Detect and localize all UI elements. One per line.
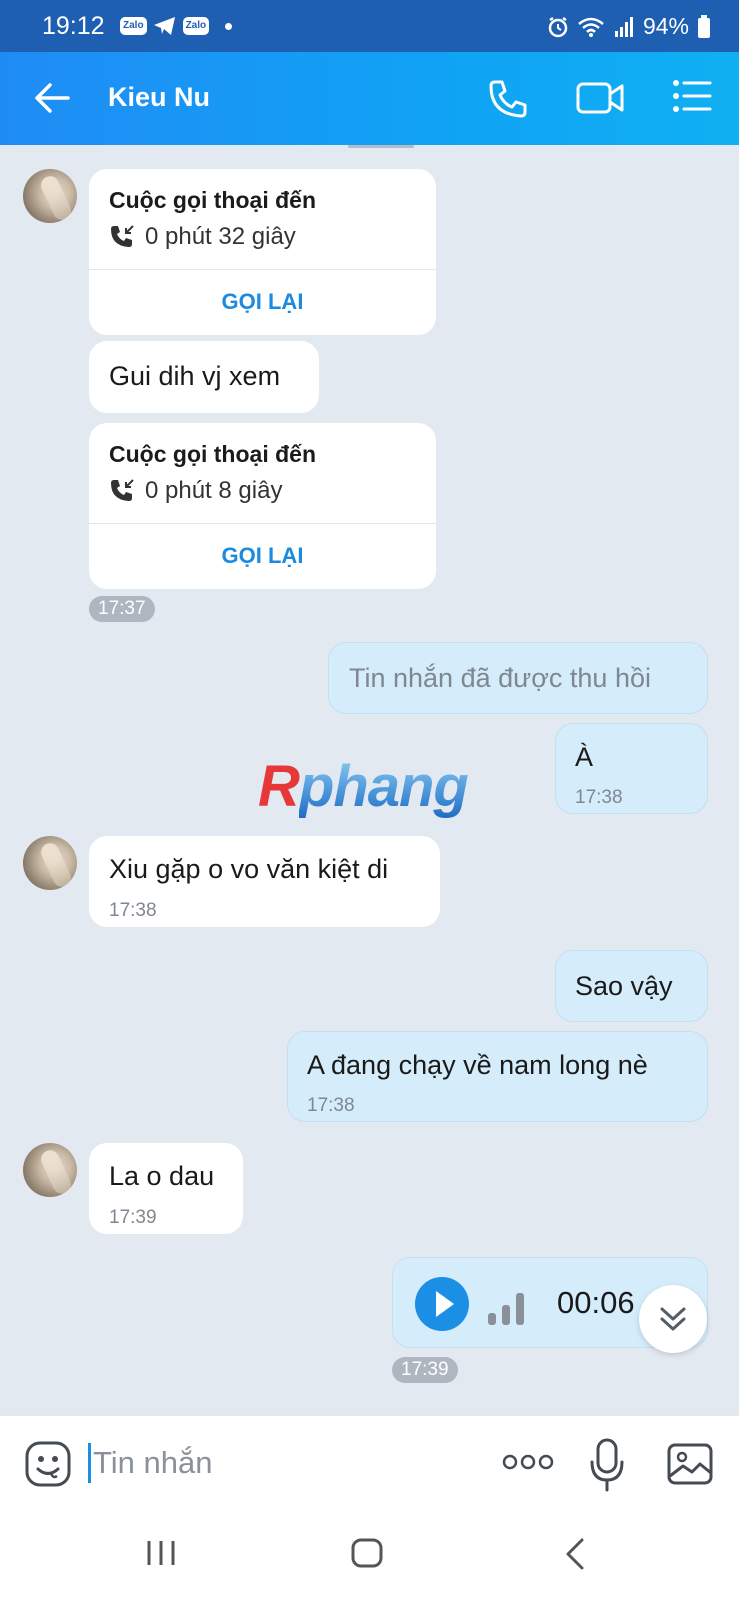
message-text: Xiu gặp o vo văn kiệt di: [109, 854, 389, 884]
call-duration-row: 0 phút 8 giây: [109, 477, 282, 505]
video-call-icon[interactable]: [576, 78, 626, 118]
message-text: La o dau: [109, 1161, 215, 1191]
telegram-icon: [153, 17, 175, 35]
message-time: 17:38: [109, 900, 157, 921]
time-pill: 17:39: [392, 1357, 458, 1383]
message-time: 17:38: [575, 787, 623, 808]
scroll-to-bottom-button[interactable]: [639, 1285, 707, 1353]
zalo-notification-icon: Zalo: [120, 17, 147, 35]
message-bubble-incoming[interactable]: Xiu gặp o vo văn kiệt di 17:38: [89, 836, 440, 927]
chat-thread[interactable]: Cuộc gọi thoại đến 0 phút 32 giây GỌI LẠ…: [0, 145, 739, 1415]
back-icon[interactable]: [563, 1537, 587, 1571]
contact-name[interactable]: Kieu Nu: [108, 82, 210, 113]
message-time: 17:39: [109, 1207, 157, 1228]
call-duration: 0 phút 32 giây: [145, 223, 296, 250]
alarm-icon: [548, 16, 568, 37]
time-pill: 17:37: [89, 596, 155, 622]
system-nav-bar: [0, 1515, 739, 1600]
message-text: Sao vậy: [575, 971, 673, 1001]
voice-call-icon[interactable]: [487, 78, 529, 120]
divider: [89, 523, 436, 524]
call-back-button[interactable]: GỌI LẠI: [89, 289, 436, 315]
message-bubble-outgoing[interactable]: À 17:38: [555, 723, 708, 814]
incoming-call-icon: [111, 479, 134, 501]
message-input-bar: Tin nhắn: [0, 1415, 739, 1515]
message-bubble-incoming[interactable]: Gui dih vj xem: [89, 341, 319, 413]
notification-icons: Zalo Zalo: [120, 16, 233, 36]
message-bubble-outgoing[interactable]: A đang chạy về nam long nè 17:38: [287, 1031, 708, 1122]
more-options-icon[interactable]: [502, 1454, 554, 1470]
message-time: 17:38: [307, 1095, 355, 1116]
scroll-indicator: [348, 145, 414, 148]
more-notifications-dot: [225, 22, 233, 30]
menu-list-icon[interactable]: [672, 78, 712, 114]
back-arrow-icon[interactable]: [34, 82, 70, 114]
recalled-message-bubble[interactable]: Tin nhắn đã được thu hồi: [328, 642, 708, 714]
chevron-double-down-icon: [660, 1307, 686, 1331]
contact-avatar[interactable]: [23, 1143, 77, 1197]
call-duration: 0 phút 8 giây: [145, 477, 283, 504]
battery-percent: 94%: [642, 13, 689, 39]
status-bar: 19:12 Zalo Zalo 94%: [0, 0, 739, 52]
status-time: 19:12: [42, 12, 105, 40]
image-gallery-icon[interactable]: [666, 1440, 714, 1488]
play-icon[interactable]: [415, 1277, 469, 1331]
chat-header: Kieu Nu: [0, 52, 739, 145]
sticker-emoji-icon[interactable]: [24, 1440, 72, 1488]
battery-icon: [698, 14, 710, 38]
call-duration-row: 0 phút 32 giây: [109, 223, 296, 251]
divider: [89, 269, 436, 270]
recent-apps-icon[interactable]: [145, 1537, 177, 1569]
contact-avatar[interactable]: [23, 169, 77, 223]
message-text: A đang chạy về nam long nè: [307, 1050, 648, 1080]
microphone-icon[interactable]: [589, 1438, 625, 1492]
message-bubble-incoming[interactable]: La o dau 17:39: [89, 1143, 243, 1234]
watermark-logo: Rphang: [258, 754, 469, 819]
incoming-call-card: Cuộc gọi thoại đến 0 phút 32 giây GỌI LẠ…: [89, 169, 436, 335]
incoming-call-card: Cuộc gọi thoại đến 0 phút 8 giây GỌI LẠI: [89, 423, 436, 589]
call-title: Cuộc gọi thoại đến: [109, 441, 316, 467]
home-icon[interactable]: [350, 1537, 384, 1569]
recalled-message-text: Tin nhắn đã được thu hồi: [349, 663, 651, 693]
system-icons: 94%: [547, 13, 711, 40]
message-bubble-outgoing[interactable]: Sao vậy: [555, 950, 708, 1022]
message-text: À: [575, 742, 594, 772]
audio-waveform: [488, 1291, 524, 1325]
incoming-call-icon: [111, 225, 134, 247]
message-text: Gui dih vj xem: [109, 361, 281, 391]
signal-icon: [614, 16, 633, 37]
message-input[interactable]: Tin nhắn: [88, 1443, 213, 1483]
contact-avatar[interactable]: [23, 836, 77, 890]
wifi-icon: [578, 17, 604, 37]
voice-duration: 00:06: [557, 1285, 635, 1320]
zalo-notification-icon-2: Zalo: [182, 17, 210, 35]
call-title: Cuộc gọi thoại đến: [109, 187, 316, 213]
call-back-button[interactable]: GỌI LẠI: [89, 543, 436, 569]
